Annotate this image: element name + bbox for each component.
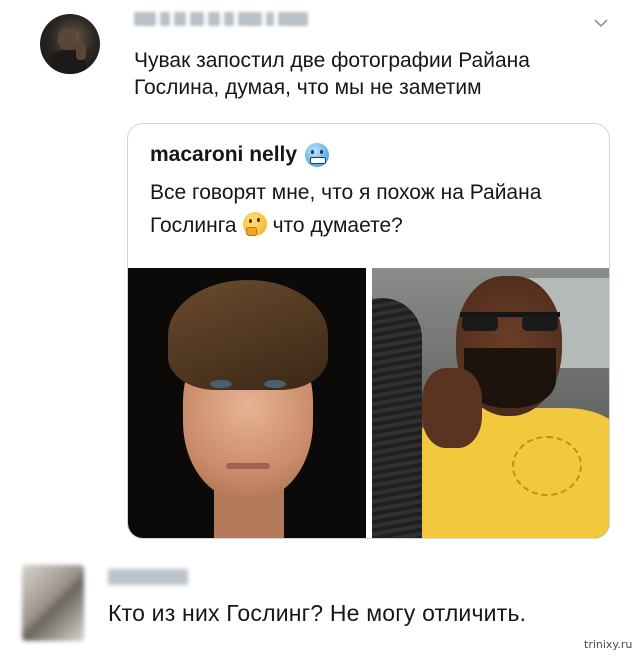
reply-text: Кто из них Гослинг? Не могу отличить. (108, 600, 527, 626)
photo-left[interactable] (128, 268, 366, 538)
thinking-face-emoji-icon (242, 212, 267, 237)
tweet-text: Чувак запостил две фотографии Райана Гос… (134, 49, 530, 99)
cold-face-emoji-icon (305, 143, 330, 167)
photo-left-eye (210, 380, 232, 388)
photo-right[interactable] (372, 268, 609, 538)
quoted-tweet[interactable]: macaroni nelly Все говорят мне, что я по… (127, 123, 610, 539)
chevron-down-icon[interactable] (594, 16, 608, 30)
quote-text-end: что думаете? (272, 214, 403, 237)
photo-right-steering-wheel (372, 298, 422, 538)
quote-text: Все говорят мне, что я похож на Райана Г… (150, 176, 590, 242)
quote-author-name[interactable]: macaroni nelly (150, 143, 297, 167)
photo-left-eye (264, 380, 286, 388)
reply-avatar-blurred[interactable] (22, 565, 84, 641)
author-name-blurred[interactable] (134, 12, 308, 26)
quote-header: macaroni nelly (150, 143, 330, 167)
photo-left-mouth (226, 463, 270, 469)
photo-left-hair (168, 280, 328, 390)
reply-tweet: Кто из них Гослинг? Не могу отличить. tr… (0, 545, 640, 658)
quote-photos (128, 268, 609, 538)
main-tweet: Чувак запостил две фотографии Райана Гос… (0, 0, 640, 545)
author-avatar[interactable] (40, 14, 100, 74)
reply-author-name-blurred[interactable] (108, 569, 188, 585)
photo-right-hand (422, 368, 482, 448)
watermark: trinixy.ru (584, 638, 633, 651)
avatar-hand (76, 44, 86, 60)
photo-right-glasses (460, 312, 560, 331)
photo-right-shirt-logo (512, 436, 582, 496)
avatar-face (58, 28, 76, 50)
